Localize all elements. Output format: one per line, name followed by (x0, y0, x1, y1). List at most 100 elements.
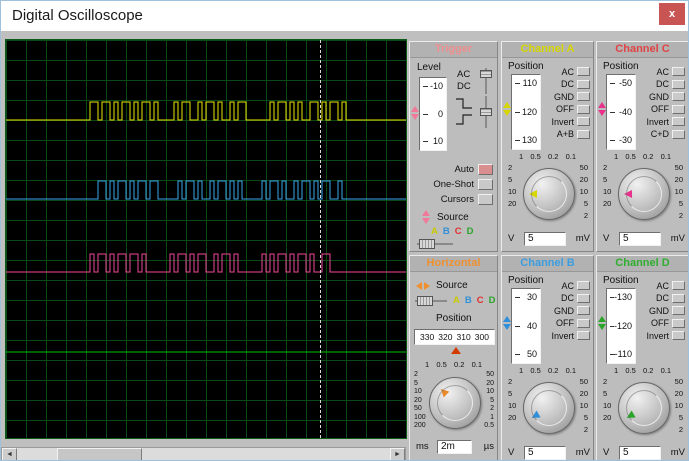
position-marker-icon[interactable] (451, 347, 461, 354)
auto-button[interactable] (478, 164, 493, 175)
channel-d-gain-knob[interactable] (618, 382, 670, 434)
off-button[interactable] (577, 318, 590, 328)
channel-c-position-marker[interactable] (598, 102, 607, 116)
falling-edge-icon (456, 98, 472, 109)
close-button[interactable]: x (659, 3, 685, 25)
millivolts-unit-label: mV (670, 447, 685, 458)
dc-button[interactable] (577, 293, 590, 303)
invert-button[interactable] (672, 117, 685, 127)
scroll-left-button[interactable]: ◄ (2, 448, 17, 460)
ac-button[interactable] (672, 67, 685, 77)
horizontal-source-marker[interactable] (416, 282, 430, 290)
channel-b-position-slider[interactable]: 30 40 50 (511, 288, 541, 364)
trigger-level-slider[interactable]: -10 0 10 (419, 77, 447, 151)
waveform-channel-c (6, 253, 406, 273)
c-d-button[interactable] (672, 129, 685, 139)
knob-pointer-icon (438, 386, 450, 398)
dc-button[interactable] (577, 79, 590, 89)
scale-label: 1 (519, 152, 524, 161)
d-channel-label: D (488, 295, 496, 306)
slider-thumb[interactable] (419, 239, 435, 249)
scale-label: 1 (614, 152, 619, 161)
c-d-label: C+D (650, 129, 669, 140)
gain-scale-right: 50 20 10 5 2 (580, 164, 588, 220)
channel-b-gain-knob[interactable] (523, 382, 575, 434)
scroll-right-button[interactable]: ► (390, 448, 405, 460)
a-channel-label: A (431, 226, 438, 237)
trigger-edge-toggle[interactable] (480, 96, 492, 128)
scale-label: 5 (678, 199, 683, 208)
position-label: Position (603, 275, 639, 286)
scale-label: 10 (508, 187, 517, 196)
trigger-dc-label: DC (457, 81, 471, 92)
scale-label: 0.2 (642, 366, 654, 375)
volts-unit-label: V (603, 233, 610, 244)
dc-button[interactable] (672, 79, 685, 89)
dc-row: DC (656, 79, 685, 89)
a-b-row: A+B (557, 129, 590, 139)
b-channel-label: B (464, 295, 472, 306)
gnd-button[interactable] (672, 306, 685, 316)
toggle-thumb[interactable] (480, 108, 492, 116)
scale-label: 300 (474, 332, 489, 342)
scale-label: 310 (456, 332, 471, 342)
scale-label: 2 (603, 163, 608, 172)
gnd-button[interactable] (672, 92, 685, 102)
toggle-thumb[interactable] (480, 70, 492, 78)
invert-button[interactable] (577, 117, 590, 127)
off-button[interactable] (672, 318, 685, 328)
scale-label: 5 (678, 413, 683, 422)
channel-a-panel: Channel A Position 110 120 130 AC DC GND OFF I… (501, 41, 594, 252)
gnd-button[interactable] (577, 306, 590, 316)
off-label: OFF (556, 104, 574, 115)
cursors-label: Cursors (440, 194, 474, 205)
channel-c-gain-value: 5 (619, 232, 661, 246)
channel-a-position-marker[interactable] (503, 102, 512, 116)
channel-a-gain-knob[interactable] (523, 168, 575, 220)
off-button[interactable] (672, 104, 685, 114)
channel-c-gain-knob[interactable] (618, 168, 670, 220)
cursors-button[interactable] (478, 194, 493, 205)
c-channel-label: C (454, 226, 462, 237)
ac-button[interactable] (577, 67, 590, 77)
channel-d-position-marker[interactable] (598, 316, 607, 330)
channel-d-position-slider[interactable]: -130 -120 -110 (606, 288, 636, 364)
trigger-coupling-toggle[interactable] (480, 68, 492, 94)
time-cursor[interactable] (320, 40, 321, 438)
title-bar[interactable]: Digital Oscilloscope x (1, 1, 688, 32)
channel-b-position-marker[interactable] (503, 316, 512, 330)
one-shot-button[interactable] (478, 179, 493, 190)
channel-a-position-slider[interactable]: 110 120 130 (511, 74, 541, 150)
timebase-knob[interactable] (429, 377, 481, 429)
arrow-up-icon (503, 102, 511, 108)
scale-label: 10 (508, 401, 517, 410)
trigger-source-slider[interactable] (417, 239, 453, 249)
invert-row: Invert (551, 331, 590, 341)
channel-c-position-slider[interactable]: -50 -40 -30 (606, 74, 636, 150)
gain-scale-right: 50 20 10 5 2 (580, 378, 588, 434)
channel-a-panel-title: Channel A (502, 42, 593, 58)
a-b-button[interactable] (577, 129, 590, 139)
invert-row: Invert (646, 117, 685, 127)
scrollbar-track[interactable] (17, 448, 390, 460)
horizontal-position-slider[interactable]: 330 320 310 300 (414, 329, 495, 345)
invert-button[interactable] (672, 331, 685, 341)
gain-scale-left: 2 5 10 20 (603, 164, 611, 208)
dc-button[interactable] (672, 293, 685, 303)
gain-scale-left: 2 5 10 20 (508, 378, 516, 422)
ac-button[interactable] (672, 281, 685, 291)
off-button[interactable] (577, 104, 590, 114)
scrollbar-thumb[interactable] (57, 448, 142, 460)
horizontal-source-slider[interactable] (415, 296, 447, 306)
trigger-source-marker[interactable] (422, 210, 431, 224)
arrow-up-icon (422, 210, 430, 216)
slider-thumb[interactable] (417, 296, 433, 306)
channel-d-gain-value: 5 (619, 446, 661, 460)
position-label: Position (508, 61, 544, 72)
invert-button[interactable] (577, 331, 590, 341)
trigger-level-marker[interactable] (411, 106, 420, 120)
gnd-label: GND (554, 91, 574, 102)
gnd-button[interactable] (577, 92, 590, 102)
scale-label: 5 (583, 413, 588, 422)
ac-button[interactable] (577, 281, 590, 291)
